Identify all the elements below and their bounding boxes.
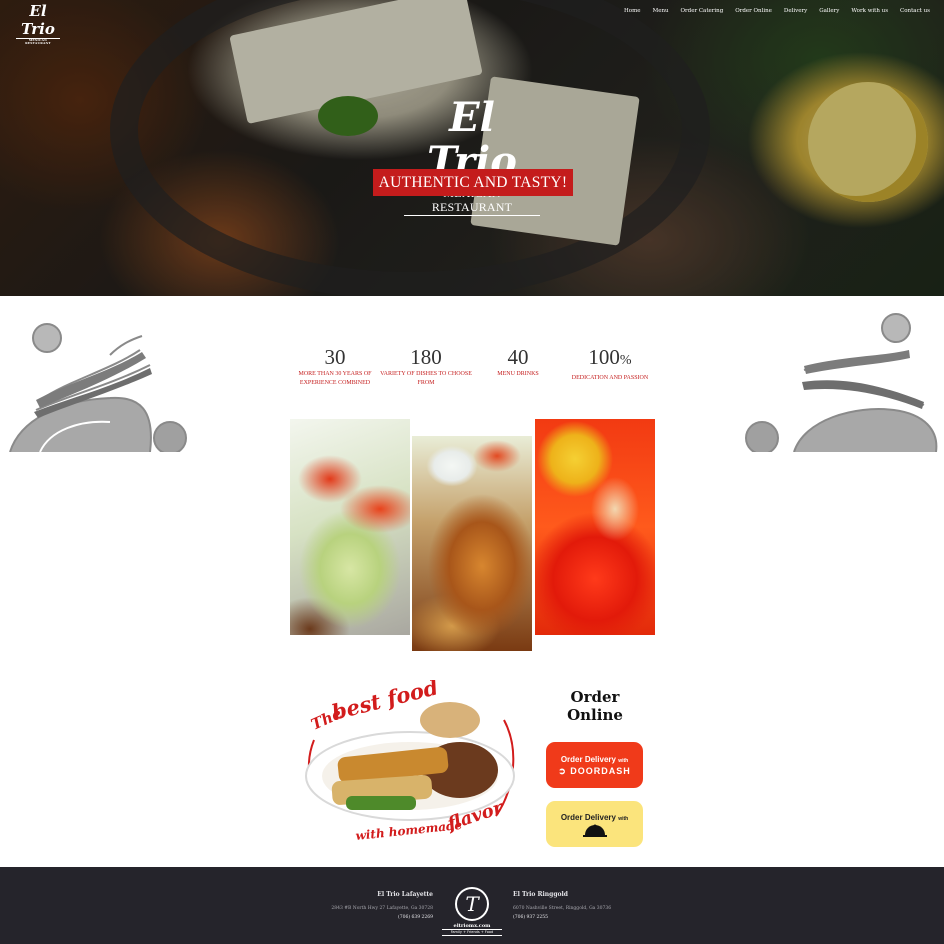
hero-banner: El Trio MEXICAN RESTAURANT Home Menu Ord… <box>0 0 944 296</box>
food-photo-shrimp-cocktail <box>535 419 655 635</box>
nav-order-online[interactable]: Order Online <box>735 8 772 14</box>
stat-years-number: 30 <box>324 345 346 369</box>
stat-dedication-label: DEDICATION AND PASSION <box>571 375 649 381</box>
stat-years: 30 MORE THAN 30 YEARS OF EXPERIENCE COMB… <box>289 346 381 388</box>
order-online-title: Order Online <box>567 688 623 724</box>
stat-dedication-suffix: % <box>619 353 632 368</box>
header-logo-tagline: MEXICAN RESTAURANT <box>16 38 60 45</box>
nav-delivery[interactable]: Delivery <box>784 8 807 14</box>
stat-drinks-number: 40 <box>507 345 529 369</box>
best-food-promo-image: The best food with homemade flavor <box>305 680 515 843</box>
header-logo-name: El Trio <box>21 2 55 38</box>
food-photo-fajitas <box>412 436 532 651</box>
lafayette-name: El Trio Lafayette <box>377 891 433 898</box>
main-nav: Home Menu Order Catering Order Online De… <box>624 8 930 14</box>
stat-drinks-label: MENU DRINKS <box>497 371 539 377</box>
hero-brand-logo: El Trio MEXICAN RESTAURANT <box>404 96 540 216</box>
stat-years-label: MORE THAN 30 YEARS OF EXPERIENCE COMBINE… <box>298 371 372 386</box>
nav-gallery[interactable]: Gallery <box>819 8 839 14</box>
footer-location-ringgold: El Trio Ringgold 6070 Nashville Street, … <box>513 891 663 922</box>
header-logo[interactable]: El Trio MEXICAN RESTAURANT <box>16 2 60 45</box>
footer-location-lafayette: El Trio Lafayette 2843 #B North Hwy 27 L… <box>283 891 433 922</box>
site-footer: El Trio Lafayette 2843 #B North Hwy 27 L… <box>0 867 944 944</box>
stat-dedication-number: 100 <box>588 345 620 369</box>
footer-logo-mark: T <box>455 887 489 921</box>
lafayette-phone[interactable]: (706) 639 2269 <box>283 914 433 922</box>
doordash-button-brand: DOORDASH <box>570 766 631 776</box>
stat-dedication: 100% DEDICATION AND PASSION <box>564 346 656 383</box>
footer-logo-tagline: Family + Friends + Food <box>442 929 502 936</box>
cloche-icon <box>582 824 607 837</box>
food-photo-salad <box>290 419 410 635</box>
grubhub-button-prefix: Order Delivery <box>560 813 616 822</box>
nav-contact-us[interactable]: Contact us <box>900 8 930 14</box>
stat-dishes-label: VARIETY OF DISHES TO CHOOSE FROM <box>380 371 472 386</box>
stat-dishes-number: 180 <box>410 345 442 369</box>
nav-order-catering[interactable]: Order Catering <box>681 8 724 14</box>
grubhub-button-with: with <box>618 816 629 822</box>
hero-tagline: AUTHENTIC AND TASTY! <box>373 169 573 196</box>
nav-menu[interactable]: Menu <box>653 8 669 14</box>
doordash-order-button[interactable]: Order Delivery with ➲ DOORDASH <box>546 742 643 788</box>
chili-sketch-left <box>9 323 187 452</box>
nav-home[interactable]: Home <box>624 8 641 14</box>
chili-sketch-right <box>745 313 938 452</box>
doordash-logo-icon: ➲ <box>558 766 567 776</box>
doordash-button-prefix: Order Delivery <box>560 755 616 764</box>
doordash-button-with: with <box>618 758 629 764</box>
stat-drinks: 40 MENU DRINKS <box>472 346 564 379</box>
lafayette-address: 2843 #B North Hwy 27 Lafayette, Ga 30728 <box>331 906 433 911</box>
grubhub-order-button[interactable]: Order Delivery with <box>546 801 643 847</box>
stat-dishes: 180 VARIETY OF DISHES TO CHOOSE FROM <box>380 346 472 388</box>
ringgold-name: El Trio Ringgold <box>513 891 568 898</box>
footer-logo[interactable]: T eltriomx.com Family + Friends + Food <box>442 887 502 939</box>
nav-work-with-us[interactable]: Work with us <box>851 8 888 14</box>
ringgold-phone[interactable]: (706) 937 2255 <box>513 914 663 922</box>
ringgold-address: 6070 Nashville Street, Ringgold, Ga 3073… <box>513 906 612 911</box>
